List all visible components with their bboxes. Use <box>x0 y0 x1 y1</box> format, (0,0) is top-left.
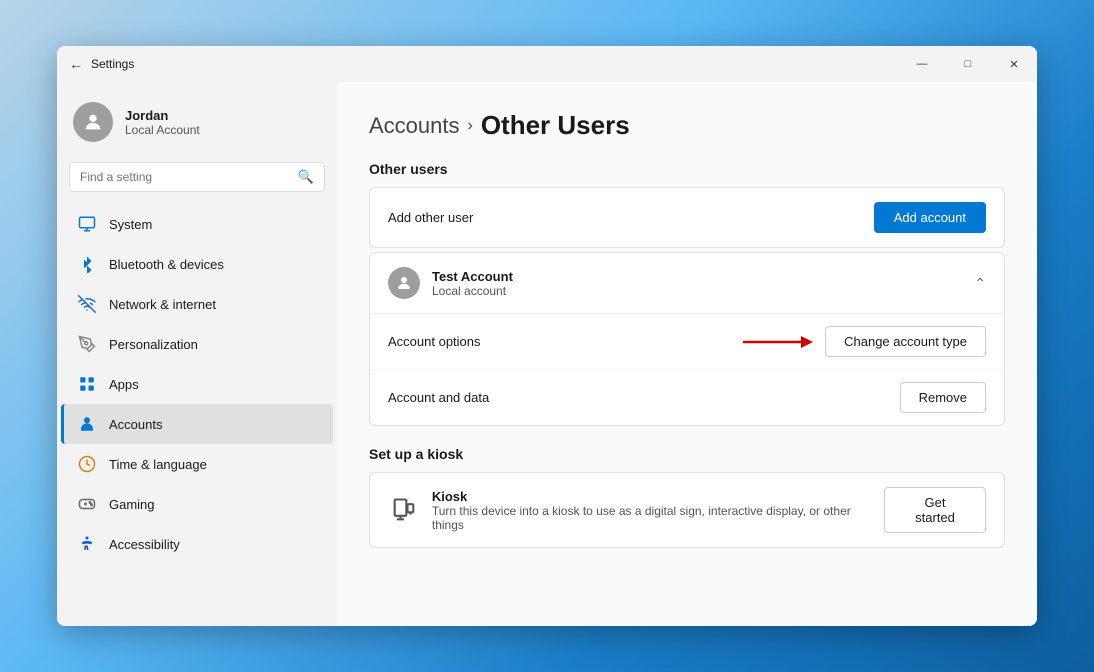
account-options: Account options Change account type <box>370 313 1004 425</box>
kiosk-section-title: Set up a kiosk <box>369 446 1005 462</box>
titlebar-left: ← Settings <box>69 56 134 72</box>
sidebar-label-bluetooth: Bluetooth & devices <box>109 257 224 272</box>
accounts-icon <box>77 414 97 434</box>
sidebar-label-accounts: Accounts <box>109 417 162 432</box>
account-avatar <box>388 267 420 299</box>
add-account-button[interactable]: Add account <box>874 202 986 233</box>
remove-button[interactable]: Remove <box>900 382 986 413</box>
sidebar-item-accessibility[interactable]: Accessibility <box>61 524 333 564</box>
kiosk-card: Kiosk Turn this device into a kiosk to u… <box>369 472 1005 548</box>
kiosk-description: Turn this device into a kiosk to use as … <box>432 504 884 532</box>
account-collapse-icon[interactable]: ⌃ <box>974 275 986 292</box>
sidebar-label-personalization: Personalization <box>109 337 198 352</box>
sidebar-item-gaming[interactable]: Gaming <box>61 484 333 524</box>
arrow-container: Change account type <box>743 326 986 357</box>
account-options-row: Account options Change account type <box>370 314 1004 370</box>
test-account-card: Test Account Local account ⌃ Account opt… <box>369 252 1005 426</box>
apps-icon <box>77 374 97 394</box>
user-profile: Jordan Local Account <box>57 90 337 162</box>
sidebar-item-network[interactable]: Network & internet <box>61 284 333 324</box>
user-type: Local Account <box>125 123 200 137</box>
maximize-button[interactable]: □ <box>945 46 991 82</box>
account-type: Local account <box>432 284 513 298</box>
add-user-label: Add other user <box>388 210 473 225</box>
add-user-row: Add other user Add account <box>370 188 1004 247</box>
sidebar-label-accessibility: Accessibility <box>109 537 180 552</box>
close-button[interactable]: ✕ <box>991 46 1037 82</box>
sidebar-label-time: Time & language <box>109 457 207 472</box>
sidebar-label-apps: Apps <box>109 377 139 392</box>
account-name: Test Account <box>432 269 513 284</box>
search-icon: 🔍 <box>298 169 314 185</box>
sidebar-item-bluetooth[interactable]: Bluetooth & devices <box>61 244 333 284</box>
account-header-left: Test Account Local account <box>388 267 513 299</box>
add-user-card: Add other user Add account <box>369 187 1005 248</box>
kiosk-row: Kiosk Turn this device into a kiosk to u… <box>370 473 1004 547</box>
breadcrumb-chevron-icon: › <box>468 117 473 135</box>
settings-window: ← Settings — □ ✕ Jordan Local Account <box>57 46 1037 626</box>
avatar <box>73 102 113 142</box>
system-icon <box>77 214 97 234</box>
breadcrumb-parent[interactable]: Accounts <box>369 113 460 139</box>
account-data-row: Account and data Remove <box>370 370 1004 425</box>
content-area: Jordan Local Account 🔍 System <box>57 82 1037 626</box>
sidebar-item-accounts[interactable]: Accounts <box>61 404 333 444</box>
breadcrumb-current: Other Users <box>481 110 630 141</box>
sidebar-label-system: System <box>109 217 152 232</box>
sidebar-item-apps[interactable]: Apps <box>61 364 333 404</box>
sidebar-item-personalization[interactable]: Personalization <box>61 324 333 364</box>
main-content: Accounts › Other Users Other users Add o… <box>337 82 1037 626</box>
other-users-title: Other users <box>369 161 1005 177</box>
network-icon <box>77 294 97 314</box>
kiosk-left: Kiosk Turn this device into a kiosk to u… <box>388 489 884 532</box>
gaming-icon <box>77 494 97 514</box>
accessibility-icon <box>77 534 97 554</box>
titlebar-controls: — □ ✕ <box>899 46 1037 82</box>
account-data-label: Account and data <box>388 390 489 405</box>
breadcrumb: Accounts › Other Users <box>369 110 1005 141</box>
bluetooth-icon <box>77 254 97 274</box>
search-input[interactable] <box>80 170 290 184</box>
minimize-button[interactable]: — <box>899 46 945 82</box>
red-arrow-icon <box>743 330 813 354</box>
search-box[interactable]: 🔍 <box>69 162 325 192</box>
get-started-button[interactable]: Get started <box>884 487 986 533</box>
user-info: Jordan Local Account <box>125 108 200 137</box>
sidebar-item-system[interactable]: System <box>61 204 333 244</box>
sidebar-label-gaming: Gaming <box>109 497 155 512</box>
window-title: Settings <box>91 57 134 71</box>
time-icon <box>77 454 97 474</box>
titlebar: ← Settings — □ ✕ <box>57 46 1037 82</box>
kiosk-icon <box>388 494 420 526</box>
sidebar-label-network: Network & internet <box>109 297 216 312</box>
sidebar: Jordan Local Account 🔍 System <box>57 82 337 626</box>
personalization-icon <box>77 334 97 354</box>
kiosk-title: Kiosk <box>432 489 884 504</box>
kiosk-section: Set up a kiosk Kiosk Turn this device in… <box>369 446 1005 548</box>
change-account-type-button[interactable]: Change account type <box>825 326 986 357</box>
account-header[interactable]: Test Account Local account ⌃ <box>370 253 1004 313</box>
account-options-label: Account options <box>388 334 481 349</box>
back-icon[interactable]: ← <box>69 56 83 72</box>
user-name: Jordan <box>125 108 200 123</box>
sidebar-item-time[interactable]: Time & language <box>61 444 333 484</box>
